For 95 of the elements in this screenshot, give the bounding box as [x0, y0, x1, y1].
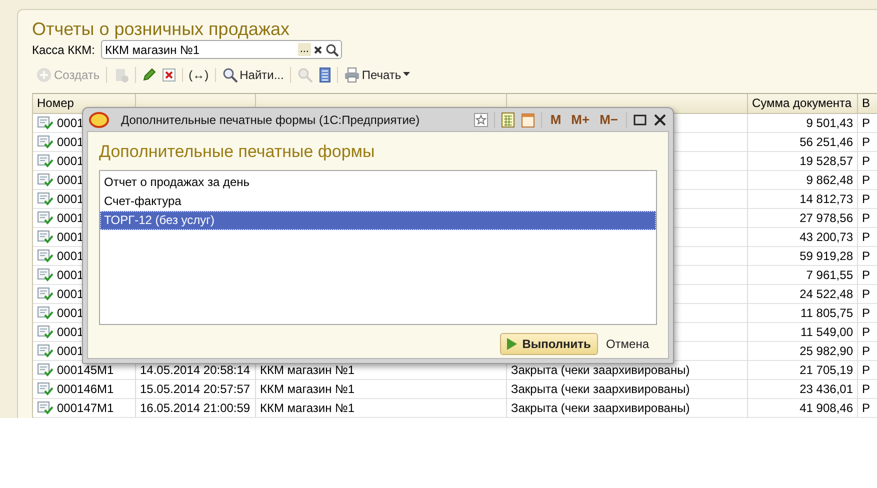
- close-icon[interactable]: [653, 112, 667, 126]
- window-title: Дополнительные печатные формы (1С:Предприятие): [121, 112, 421, 126]
- cell-text: Р: [862, 248, 870, 265]
- cell-text: 0001: [57, 134, 84, 151]
- run-button[interactable]: Выполнить: [500, 333, 598, 355]
- cell-text: Р: [862, 362, 870, 379]
- app-logo-icon: [89, 112, 109, 128]
- list-item[interactable]: Счет-фактура: [100, 192, 656, 211]
- cell-text: Закрыта (чеки заархивированы): [511, 362, 690, 379]
- cell-text: 7 961,55: [806, 267, 853, 284]
- list-item[interactable]: ТОРГ-12 (без услуг): [100, 211, 656, 230]
- cell-text: 15.05.2014 20:57:57: [140, 381, 250, 398]
- caret-icon: [403, 72, 410, 77]
- printer-icon: [344, 66, 360, 82]
- cell-text: 9 501,43: [806, 115, 853, 132]
- cell-text: Р: [862, 153, 870, 170]
- cell-text: 000147M1: [57, 400, 114, 417]
- field-label: Касса ККМ:: [32, 42, 95, 56]
- cell-text: 000145M1: [57, 362, 114, 379]
- pencil-icon: [142, 68, 156, 82]
- reference-button[interactable]: (↔): [188, 68, 209, 82]
- search-clear-icon: [296, 66, 313, 82]
- cell-text: 000146M1: [57, 381, 114, 398]
- cell-text: Р: [862, 172, 870, 189]
- choose-button[interactable]: ...: [298, 43, 311, 56]
- pencil-button[interactable]: [142, 68, 156, 82]
- cell-text: 0001: [57, 343, 84, 360]
- cell-text: 0001: [57, 229, 84, 246]
- cell-text: Р: [862, 286, 870, 303]
- register-field[interactable]: ККМ магазин №1 ...: [100, 40, 342, 59]
- list-item[interactable]: Отчет о продажах за день: [100, 173, 656, 192]
- cell-text: 23 436,01: [800, 381, 853, 398]
- cell-text: 0001: [57, 115, 84, 132]
- cell-text: 0001: [57, 267, 84, 284]
- cell-text: Р: [862, 343, 870, 360]
- cell-text: Р: [862, 400, 870, 417]
- cell-text: Р: [862, 134, 870, 151]
- cell-text: 27 978,56: [800, 210, 853, 227]
- play-icon: [507, 338, 518, 350]
- cell-text: 56 251,46: [800, 134, 853, 151]
- form-title: Отчеты о розничных продажах: [32, 18, 290, 40]
- column-header[interactable]: Сумма документа: [748, 94, 858, 114]
- cell-text: Р: [862, 115, 870, 132]
- column-header[interactable]: В: [858, 94, 877, 114]
- cell-text: 21 705,19: [800, 362, 853, 379]
- dialog-heading: Дополнительные печатные формы: [99, 141, 376, 163]
- print-button[interactable]: Печать: [344, 66, 410, 82]
- cell-text: 0001: [57, 286, 84, 303]
- cell-text: 11 549,00: [800, 324, 853, 341]
- cell-text: 0001: [57, 305, 84, 322]
- cell-text: 0001: [57, 324, 84, 341]
- cell-text: Р: [862, 191, 870, 208]
- list-button[interactable]: [318, 66, 331, 82]
- cell-text: ККМ магазин №1: [260, 381, 355, 398]
- find-button[interactable]: Найти...: [222, 66, 284, 82]
- plus-icon: [36, 66, 52, 82]
- cell-text: 11 805,75: [800, 305, 853, 322]
- cell-text: 0001: [57, 210, 84, 227]
- search-icon: [222, 66, 238, 82]
- cell-text: 19 528,57: [800, 153, 853, 170]
- cell-text: 0001: [57, 191, 84, 208]
- cell-text: 41 908,46: [800, 400, 853, 417]
- star-icon[interactable]: [474, 112, 488, 126]
- cell-text: Закрыта (чеки заархивированы): [511, 400, 690, 417]
- memory-button[interactable]: M−: [598, 112, 620, 127]
- cell-text: 0001: [57, 248, 84, 265]
- maximize-icon[interactable]: [633, 112, 647, 126]
- delete-button[interactable]: [162, 68, 176, 82]
- cell-text: ККМ магазин №1: [260, 400, 355, 417]
- cell-text: 9 862,48: [806, 172, 853, 189]
- cell-text: 43 200,73: [800, 229, 853, 246]
- memory-button[interactable]: M+: [569, 112, 592, 127]
- cancel-link[interactable]: Отмена: [606, 337, 649, 351]
- cell-text: 0001: [57, 153, 84, 170]
- cell-text: ККМ магазин №1: [260, 362, 355, 379]
- cell-text: Р: [862, 210, 870, 227]
- cell-text: Р: [862, 324, 870, 341]
- cell-text: Р: [862, 381, 870, 398]
- list-icon: [318, 66, 331, 82]
- cell-text: 14.05.2014 20:58:14: [140, 362, 250, 379]
- search-icon[interactable]: [324, 42, 339, 56]
- cell-text: 24 522,48: [800, 286, 853, 303]
- cell-text: 14 812,73: [800, 191, 853, 208]
- cell-text: 16.05.2014 21:00:59: [140, 400, 250, 417]
- cell-text: Закрыта (чеки заархивированы): [511, 381, 690, 398]
- cell-text: 0001: [57, 172, 84, 189]
- memory-button[interactable]: M: [548, 112, 564, 127]
- cell-text: Р: [862, 305, 870, 322]
- cell-text: Р: [862, 229, 870, 246]
- delete-icon: [162, 68, 176, 82]
- cell-text: 59 919,28: [800, 248, 853, 265]
- calendar-icon[interactable]: [521, 112, 536, 128]
- cell-text: 25 982,90: [800, 343, 853, 360]
- cell-text: Р: [862, 267, 870, 284]
- calculator-icon[interactable]: [501, 112, 516, 128]
